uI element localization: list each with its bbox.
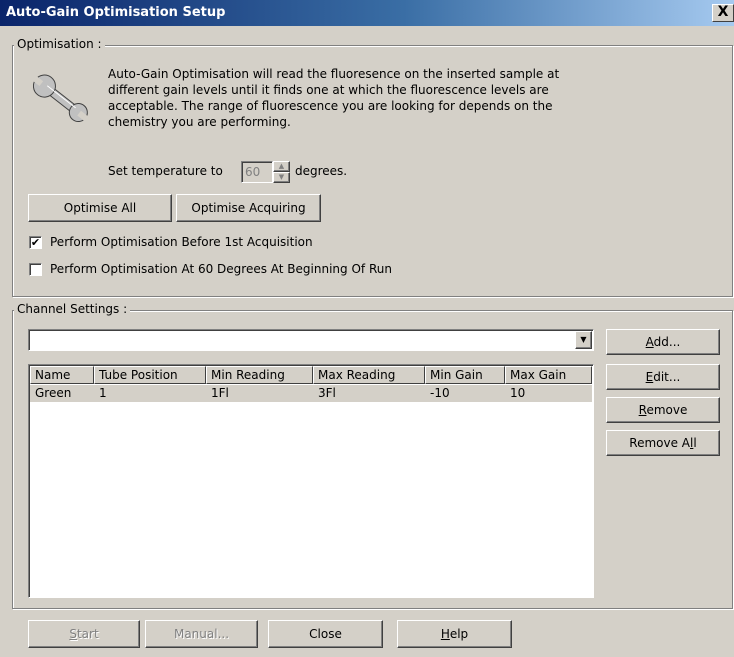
table-header: Name Tube Position Min Reading Max Readi… [30, 366, 592, 384]
description-line: Auto-Gain Optimisation will read the flu… [108, 67, 560, 81]
description-line: different gain levels until it finds one… [108, 83, 549, 97]
edit-button[interactable]: Edit... [606, 364, 720, 390]
start-button[interactable]: Start [28, 620, 140, 648]
channel-table[interactable]: Name Tube Position Min Reading Max Readi… [28, 364, 594, 598]
cell-max-gain: 10 [510, 386, 526, 400]
table-row[interactable]: Green 1 1Fl 3Fl -10 10 [30, 385, 592, 402]
temperature-spinner[interactable]: ▲ ▼ [273, 161, 290, 183]
column-header-min-gain[interactable]: Min Gain [425, 366, 505, 384]
access-key: S [69, 627, 77, 641]
channel-settings-legend: Channel Settings : [14, 302, 131, 316]
temperature-input[interactable]: 60 [241, 161, 273, 183]
optimisation-description: Auto-Gain Optimisation will read the flu… [108, 66, 559, 130]
cell-name: Green [35, 386, 72, 400]
temperature-value: 60 [245, 165, 261, 179]
chevron-down-icon: ▼ [580, 335, 587, 344]
window-title: Auto-Gain Optimisation Setup [6, 5, 226, 20]
description-line: chemistry you are performing. [108, 115, 291, 129]
column-header-tube-position[interactable]: Tube Position [94, 366, 206, 384]
optimise-all-label: Optimise All [63, 201, 137, 215]
wrench-icon [31, 74, 89, 123]
optimisation-legend: Optimisation : [14, 37, 105, 51]
close-button[interactable]: Close [268, 620, 383, 648]
manual-label: Manual... [173, 627, 230, 641]
chevron-down-icon: ▼ [278, 173, 285, 181]
close-label: Close [309, 627, 342, 641]
cell-max-reading: 3Fl [318, 386, 336, 400]
before-acquisition-label[interactable]: Perform Optimisation Before 1st Acquisit… [50, 235, 313, 249]
access-key: A [645, 335, 654, 349]
dropdown-arrow-button[interactable]: ▼ [575, 331, 592, 349]
cell-min-reading: 1Fl [211, 386, 229, 400]
help-button[interactable]: Help [397, 620, 512, 648]
column-header-name[interactable]: Name [30, 366, 94, 384]
temperature-prefix-label: Set temperature to [108, 164, 223, 178]
cell-min-gain: -10 [430, 386, 450, 400]
close-window-button[interactable]: X [712, 4, 734, 22]
title-bar[interactable]: Auto-Gain Optimisation Setup X [0, 0, 734, 26]
column-header-max-reading[interactable]: Max Reading [313, 366, 425, 384]
checkmark-icon: ✔ [30, 236, 41, 249]
column-header-max-gain[interactable]: Max Gain [505, 366, 592, 384]
manual-button[interactable]: Manual... [145, 620, 258, 648]
optimise-all-button[interactable]: Optimise All [28, 194, 172, 222]
remove-all-button[interactable]: Remove All [606, 430, 720, 456]
cell-tube-position: 1 [99, 386, 107, 400]
remove-button[interactable]: Remove [606, 397, 720, 423]
add-button[interactable]: Add... [606, 329, 720, 355]
spin-down-button[interactable]: ▼ [273, 172, 290, 183]
channel-dropdown[interactable]: ▼ [28, 329, 594, 351]
optimise-acquiring-label: Optimise Acquiring [191, 201, 306, 215]
spin-up-button[interactable]: ▲ [273, 161, 290, 172]
at-60-degrees-checkbox[interactable] [29, 263, 42, 276]
description-line: acceptable. The range of fluorescence yo… [108, 99, 553, 113]
optimise-acquiring-button[interactable]: Optimise Acquiring [176, 194, 321, 222]
before-acquisition-checkbox[interactable]: ✔ [29, 236, 42, 249]
chevron-up-icon: ▲ [278, 162, 285, 170]
temperature-suffix-label: degrees. [295, 164, 348, 178]
access-key: H [440, 627, 450, 641]
column-header-min-reading[interactable]: Min Reading [206, 366, 313, 384]
close-icon: X [717, 4, 729, 20]
at-60-degrees-label[interactable]: Perform Optimisation At 60 Degrees At Be… [50, 262, 392, 276]
